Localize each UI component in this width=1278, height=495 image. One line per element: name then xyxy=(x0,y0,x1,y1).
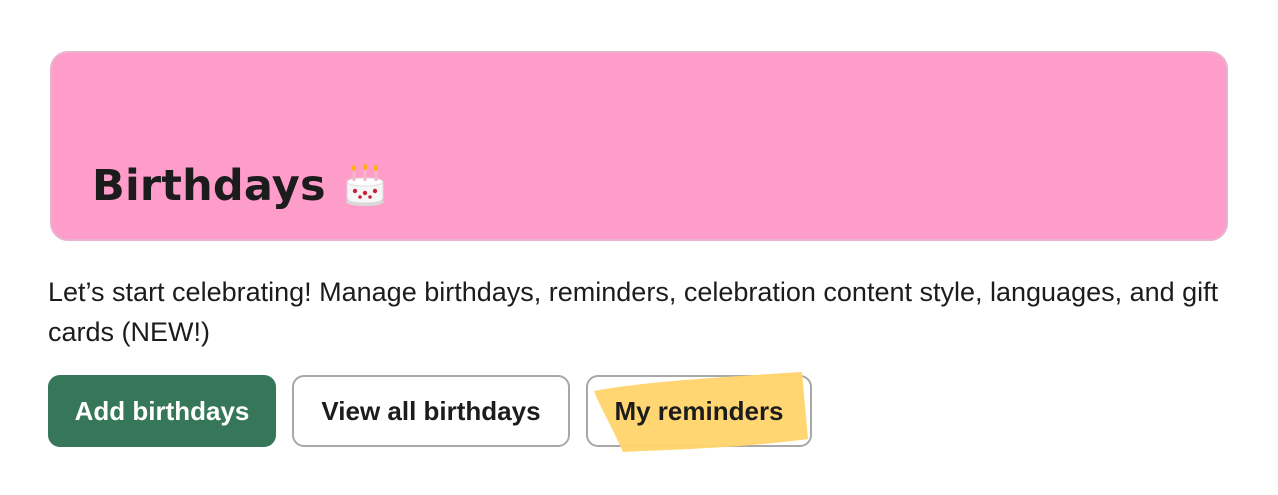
page-description: Let’s start celebrating! Manage birthday… xyxy=(48,277,1219,347)
birthday-cake-icon xyxy=(342,163,388,209)
banner-title-group: Birthdays xyxy=(92,161,388,211)
my-reminders-label: My reminders xyxy=(614,395,784,426)
my-reminders-button[interactable]: My reminders xyxy=(586,372,812,452)
action-buttons: Add birthdays View all birthdays My remi… xyxy=(48,372,812,452)
birthdays-page: Birthdays Let’s start celebrating! Manag… xyxy=(0,0,1278,495)
view-all-birthdays-button[interactable]: View all birthdays xyxy=(292,375,570,447)
page-title: Birthdays xyxy=(92,161,326,211)
birthdays-banner: Birthdays xyxy=(50,51,1228,241)
add-birthdays-button[interactable]: Add birthdays xyxy=(48,375,276,447)
